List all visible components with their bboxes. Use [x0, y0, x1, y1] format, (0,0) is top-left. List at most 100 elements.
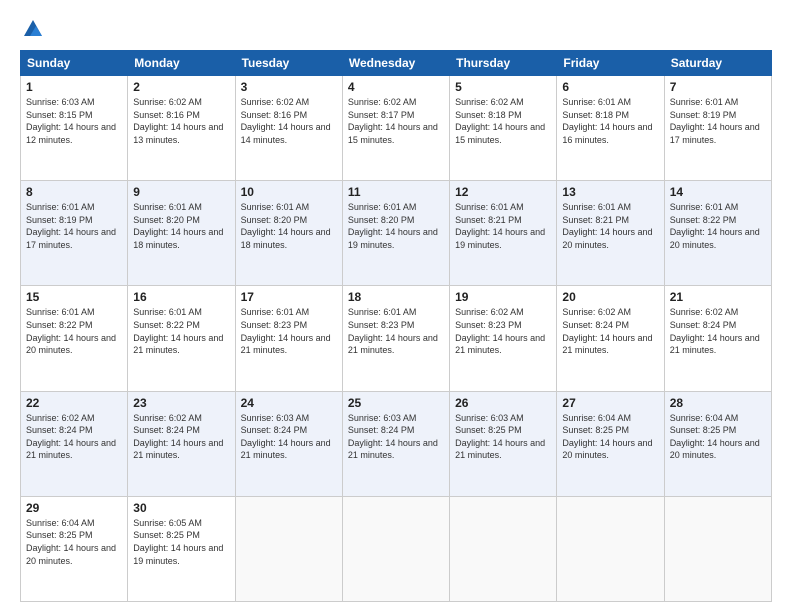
calendar-cell: 4 Sunrise: 6:02 AMSunset: 8:17 PMDayligh… — [342, 76, 449, 181]
day-number: 14 — [670, 185, 766, 199]
weekday-header: Monday — [128, 51, 235, 76]
weekday-header: Saturday — [664, 51, 771, 76]
day-info: Sunrise: 6:02 AMSunset: 8:16 PMDaylight:… — [133, 97, 223, 145]
day-info: Sunrise: 6:02 AMSunset: 8:24 PMDaylight:… — [562, 307, 652, 355]
calendar-week-row: 1 Sunrise: 6:03 AMSunset: 8:15 PMDayligh… — [21, 76, 772, 181]
day-info: Sunrise: 6:01 AMSunset: 8:20 PMDaylight:… — [348, 202, 438, 250]
calendar-cell: 18 Sunrise: 6:01 AMSunset: 8:23 PMDaylig… — [342, 286, 449, 391]
day-number: 17 — [241, 290, 337, 304]
day-number: 28 — [670, 396, 766, 410]
day-info: Sunrise: 6:02 AMSunset: 8:24 PMDaylight:… — [670, 307, 760, 355]
calendar-table: SundayMondayTuesdayWednesdayThursdayFrid… — [20, 50, 772, 602]
day-info: Sunrise: 6:04 AMSunset: 8:25 PMDaylight:… — [562, 413, 652, 461]
calendar-cell: 20 Sunrise: 6:02 AMSunset: 8:24 PMDaylig… — [557, 286, 664, 391]
calendar-cell: 2 Sunrise: 6:02 AMSunset: 8:16 PMDayligh… — [128, 76, 235, 181]
calendar-cell: 29 Sunrise: 6:04 AMSunset: 8:25 PMDaylig… — [21, 496, 128, 601]
calendar-cell: 6 Sunrise: 6:01 AMSunset: 8:18 PMDayligh… — [557, 76, 664, 181]
day-info: Sunrise: 6:04 AMSunset: 8:25 PMDaylight:… — [670, 413, 760, 461]
day-info: Sunrise: 6:02 AMSunset: 8:16 PMDaylight:… — [241, 97, 331, 145]
day-number: 6 — [562, 80, 658, 94]
weekday-header: Thursday — [450, 51, 557, 76]
day-info: Sunrise: 6:04 AMSunset: 8:25 PMDaylight:… — [26, 518, 116, 566]
calendar-cell: 23 Sunrise: 6:02 AMSunset: 8:24 PMDaylig… — [128, 391, 235, 496]
calendar-week-row: 29 Sunrise: 6:04 AMSunset: 8:25 PMDaylig… — [21, 496, 772, 601]
calendar-cell: 1 Sunrise: 6:03 AMSunset: 8:15 PMDayligh… — [21, 76, 128, 181]
day-info: Sunrise: 6:02 AMSunset: 8:24 PMDaylight:… — [133, 413, 223, 461]
calendar-cell — [342, 496, 449, 601]
weekday-header: Wednesday — [342, 51, 449, 76]
day-info: Sunrise: 6:01 AMSunset: 8:21 PMDaylight:… — [455, 202, 545, 250]
calendar-week-row: 15 Sunrise: 6:01 AMSunset: 8:22 PMDaylig… — [21, 286, 772, 391]
calendar-cell — [557, 496, 664, 601]
calendar-cell: 7 Sunrise: 6:01 AMSunset: 8:19 PMDayligh… — [664, 76, 771, 181]
weekday-header: Tuesday — [235, 51, 342, 76]
calendar-cell — [664, 496, 771, 601]
calendar-cell: 28 Sunrise: 6:04 AMSunset: 8:25 PMDaylig… — [664, 391, 771, 496]
day-number: 11 — [348, 185, 444, 199]
calendar-cell: 5 Sunrise: 6:02 AMSunset: 8:18 PMDayligh… — [450, 76, 557, 181]
day-number: 9 — [133, 185, 229, 199]
day-number: 23 — [133, 396, 229, 410]
day-info: Sunrise: 6:01 AMSunset: 8:20 PMDaylight:… — [241, 202, 331, 250]
day-info: Sunrise: 6:01 AMSunset: 8:19 PMDaylight:… — [26, 202, 116, 250]
calendar-cell: 22 Sunrise: 6:02 AMSunset: 8:24 PMDaylig… — [21, 391, 128, 496]
day-number: 2 — [133, 80, 229, 94]
day-number: 8 — [26, 185, 122, 199]
calendar-week-row: 8 Sunrise: 6:01 AMSunset: 8:19 PMDayligh… — [21, 181, 772, 286]
day-number: 10 — [241, 185, 337, 199]
calendar-week-row: 22 Sunrise: 6:02 AMSunset: 8:24 PMDaylig… — [21, 391, 772, 496]
day-info: Sunrise: 6:01 AMSunset: 8:22 PMDaylight:… — [670, 202, 760, 250]
day-number: 19 — [455, 290, 551, 304]
day-info: Sunrise: 6:02 AMSunset: 8:18 PMDaylight:… — [455, 97, 545, 145]
day-number: 4 — [348, 80, 444, 94]
calendar-cell: 8 Sunrise: 6:01 AMSunset: 8:19 PMDayligh… — [21, 181, 128, 286]
header — [20, 18, 772, 40]
calendar-cell: 11 Sunrise: 6:01 AMSunset: 8:20 PMDaylig… — [342, 181, 449, 286]
day-info: Sunrise: 6:02 AMSunset: 8:17 PMDaylight:… — [348, 97, 438, 145]
day-info: Sunrise: 6:05 AMSunset: 8:25 PMDaylight:… — [133, 518, 223, 566]
day-info: Sunrise: 6:01 AMSunset: 8:22 PMDaylight:… — [26, 307, 116, 355]
calendar-cell: 12 Sunrise: 6:01 AMSunset: 8:21 PMDaylig… — [450, 181, 557, 286]
day-number: 25 — [348, 396, 444, 410]
day-info: Sunrise: 6:02 AMSunset: 8:24 PMDaylight:… — [26, 413, 116, 461]
page: SundayMondayTuesdayWednesdayThursdayFrid… — [0, 0, 792, 612]
day-info: Sunrise: 6:01 AMSunset: 8:18 PMDaylight:… — [562, 97, 652, 145]
day-info: Sunrise: 6:03 AMSunset: 8:15 PMDaylight:… — [26, 97, 116, 145]
calendar-cell: 13 Sunrise: 6:01 AMSunset: 8:21 PMDaylig… — [557, 181, 664, 286]
calendar-cell: 25 Sunrise: 6:03 AMSunset: 8:24 PMDaylig… — [342, 391, 449, 496]
day-number: 29 — [26, 501, 122, 515]
day-number: 13 — [562, 185, 658, 199]
day-number: 27 — [562, 396, 658, 410]
day-number: 30 — [133, 501, 229, 515]
day-info: Sunrise: 6:01 AMSunset: 8:21 PMDaylight:… — [562, 202, 652, 250]
day-info: Sunrise: 6:01 AMSunset: 8:22 PMDaylight:… — [133, 307, 223, 355]
calendar-cell: 15 Sunrise: 6:01 AMSunset: 8:22 PMDaylig… — [21, 286, 128, 391]
calendar-cell: 21 Sunrise: 6:02 AMSunset: 8:24 PMDaylig… — [664, 286, 771, 391]
weekday-header: Sunday — [21, 51, 128, 76]
day-number: 7 — [670, 80, 766, 94]
day-number: 12 — [455, 185, 551, 199]
calendar-header-row: SundayMondayTuesdayWednesdayThursdayFrid… — [21, 51, 772, 76]
logo-icon — [22, 18, 44, 40]
calendar-cell — [235, 496, 342, 601]
day-number: 1 — [26, 80, 122, 94]
calendar-cell: 9 Sunrise: 6:01 AMSunset: 8:20 PMDayligh… — [128, 181, 235, 286]
calendar-cell: 19 Sunrise: 6:02 AMSunset: 8:23 PMDaylig… — [450, 286, 557, 391]
calendar-cell: 27 Sunrise: 6:04 AMSunset: 8:25 PMDaylig… — [557, 391, 664, 496]
day-number: 21 — [670, 290, 766, 304]
day-number: 20 — [562, 290, 658, 304]
day-number: 22 — [26, 396, 122, 410]
day-info: Sunrise: 6:01 AMSunset: 8:23 PMDaylight:… — [241, 307, 331, 355]
day-info: Sunrise: 6:01 AMSunset: 8:19 PMDaylight:… — [670, 97, 760, 145]
calendar-cell: 14 Sunrise: 6:01 AMSunset: 8:22 PMDaylig… — [664, 181, 771, 286]
calendar-cell: 26 Sunrise: 6:03 AMSunset: 8:25 PMDaylig… — [450, 391, 557, 496]
day-number: 26 — [455, 396, 551, 410]
day-info: Sunrise: 6:02 AMSunset: 8:23 PMDaylight:… — [455, 307, 545, 355]
weekday-header: Friday — [557, 51, 664, 76]
day-number: 16 — [133, 290, 229, 304]
day-info: Sunrise: 6:03 AMSunset: 8:25 PMDaylight:… — [455, 413, 545, 461]
logo — [20, 18, 44, 40]
calendar-cell: 10 Sunrise: 6:01 AMSunset: 8:20 PMDaylig… — [235, 181, 342, 286]
day-info: Sunrise: 6:01 AMSunset: 8:20 PMDaylight:… — [133, 202, 223, 250]
calendar-cell — [450, 496, 557, 601]
